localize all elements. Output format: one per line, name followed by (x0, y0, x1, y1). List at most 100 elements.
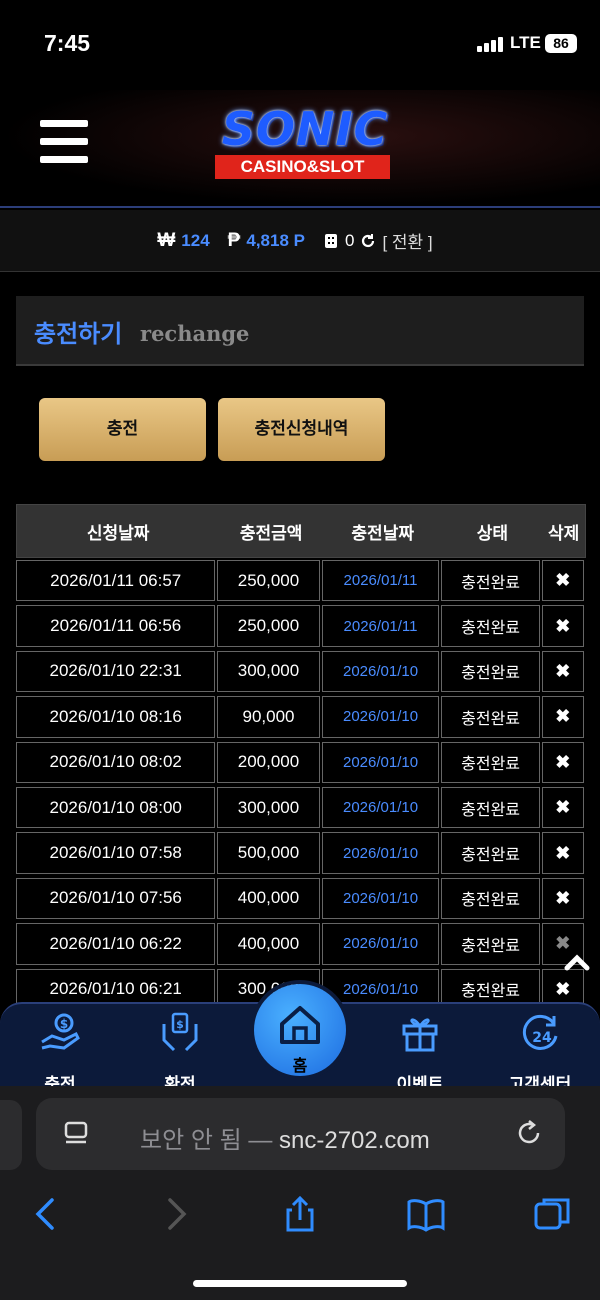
status-cell: 충전완료 (441, 877, 540, 920)
amount-cell: 250,000 (217, 560, 320, 602)
nav-home-button[interactable]: 홈 (254, 984, 346, 1076)
table-row: 2026/01/10 06:22 400,000 2026/01/10 충전완료 ✖ (16, 921, 586, 966)
back-icon[interactable] (26, 1194, 66, 1234)
delete-icon[interactable]: ✖ (541, 741, 584, 783)
svg-text:24: 24 (532, 1030, 552, 1046)
tabs-icon[interactable] (532, 1194, 572, 1234)
request-date-cell: 2026/01/10 22:31 (16, 650, 216, 693)
chip-value: 0 (344, 230, 355, 250)
charge-history-table: 신청날짜 충전금액 충전날짜 상태 삭제 2026/01/11 06:57 250… (16, 504, 586, 1012)
previous-tab[interactable] (0, 1100, 22, 1170)
won-value: 124 (181, 230, 210, 250)
request-date-cell: 2026/01/10 08:02 (16, 741, 216, 783)
reload-icon[interactable] (514, 1118, 544, 1148)
status-cell: 충전완료 (441, 741, 540, 783)
url-insecure-label: 보안 안 됨 — (140, 1127, 279, 1154)
svg-text:$: $ (60, 1017, 68, 1031)
nav-charge[interactable]: $ 충전 (10, 1010, 110, 1095)
point-balance: ₱ 4,818 P (228, 230, 305, 252)
status-cell: 충전완료 (441, 786, 540, 829)
money-hands-icon: $ (162, 1012, 198, 1052)
table-row: 2026/01/11 06:56 250,000 2026/01/11 충전완료 ✖ (16, 603, 586, 648)
balance-bar: ₩ 124 ₱ 4,818 P 0 [ 전환 ] (0, 210, 600, 272)
reader-icon[interactable] (62, 1120, 90, 1148)
point-value: 4,818 P (246, 230, 305, 250)
table-row: 2026/01/10 08:02 200,000 2026/01/10 충전완료 ✖ (16, 740, 586, 785)
amount-cell: 250,000 (217, 605, 320, 647)
url-bar[interactable]: 보안 안 됨 — snc-2702.com (36, 1098, 565, 1170)
logo-main-text: SONIC (221, 102, 389, 156)
amount-cell: 300,000 (217, 786, 320, 829)
amount-cell: 300,000 (217, 650, 320, 693)
table-row: 2026/01/10 07:56 400,000 2026/01/10 충전완료 ✖ (16, 876, 586, 921)
page-title: 충전하기 (34, 320, 123, 348)
delete-icon[interactable]: ✖ (541, 832, 584, 874)
charge-button[interactable]: 충전 (39, 398, 206, 461)
table-body: 2026/01/11 06:57 250,000 2026/01/11 충전완료 ✖ 20… (16, 558, 586, 1012)
request-date-cell: 2026/01/10 07:58 (16, 832, 216, 874)
cash-balance: ₩ 124 (157, 230, 209, 252)
request-date-cell: 2026/01/10 06:22 (16, 923, 216, 965)
header-status: 상태 (476, 523, 508, 544)
logo-sub-text: CASINO&SLOT (215, 155, 390, 179)
table-row: 2026/01/10 08:16 90,000 2026/01/10 충전완료 ✖ (16, 694, 586, 739)
delete-icon[interactable]: ✖ (541, 650, 584, 693)
request-date-cell: 2026/01/10 08:00 (16, 786, 216, 829)
url-domain: snc-2702.com (279, 1127, 430, 1154)
charge-history-button[interactable]: 충전신청내역 (218, 398, 385, 461)
bookmarks-icon[interactable] (406, 1194, 446, 1234)
battery-icon: 86 (545, 34, 577, 53)
amount-cell: 90,000 (217, 696, 320, 738)
delete-icon[interactable]: ✖ (541, 877, 584, 920)
svg-text:$: $ (176, 1018, 184, 1031)
request-date-cell: 2026/01/10 07:56 (16, 877, 216, 920)
amount-cell: 400,000 (217, 923, 320, 965)
status-cell: 충전완료 (441, 923, 540, 965)
home-icon (280, 1006, 320, 1044)
status-time: 7:45 (44, 30, 91, 56)
nav-event[interactable]: 이벤트 (370, 1010, 470, 1095)
request-date-cell: 2026/01/11 06:56 (16, 605, 216, 647)
request-date-cell: 2026/01/10 08:16 (16, 696, 216, 738)
charge-date-cell: 2026/01/10 (321, 741, 440, 783)
chip-icon (324, 233, 337, 248)
site-header: SONIC CASINO&SLOT (0, 90, 600, 208)
page-subtitle: rechange (140, 321, 250, 346)
delete-icon[interactable]: ✖ (541, 560, 584, 602)
delete-icon[interactable]: ✖ (541, 605, 584, 647)
switch-button[interactable]: [ 전환 ] (382, 228, 432, 253)
amount-cell: 400,000 (217, 877, 320, 920)
gift-icon (402, 1018, 438, 1052)
charge-date-cell: 2026/01/10 (321, 877, 440, 920)
coin-hand-icon: $ (41, 1013, 80, 1050)
charge-date-cell: 2026/01/11 (321, 605, 440, 647)
24h-icon: 24 (522, 1014, 558, 1050)
charge-date-cell: 2026/01/10 (321, 650, 440, 693)
chevron-up-icon[interactable] (562, 950, 592, 974)
amount-cell: 200,000 (217, 741, 320, 783)
refresh-icon[interactable] (360, 233, 376, 249)
amount-cell: 500,000 (217, 832, 320, 874)
page-title-box: 충전하기 rechange (16, 296, 584, 366)
signal-icon (477, 36, 507, 52)
table-row: 2026/01/10 22:31 300,000 2026/01/10 충전완료 ✖ (16, 649, 586, 694)
nav-support[interactable]: 24 고객센터 (490, 1010, 590, 1095)
header-charge-date: 충전날짜 (351, 523, 414, 544)
delete-icon[interactable]: ✖ (541, 786, 584, 829)
status-cell: 충전완료 (441, 605, 540, 647)
network-label: LTE (510, 33, 541, 52)
table-row: 2026/01/10 08:00 300,000 2026/01/10 충전완료 ✖ (16, 785, 586, 830)
status-cell: 충전완료 (441, 560, 540, 602)
nav-exchange[interactable]: $ 환전 (130, 1010, 230, 1095)
url-text: 보안 안 됨 — snc-2702.com (140, 1120, 430, 1155)
charge-date-cell: 2026/01/10 (321, 696, 440, 738)
home-indicator (193, 1280, 407, 1287)
forward-icon[interactable] (156, 1194, 196, 1234)
hamburger-icon[interactable] (40, 120, 88, 164)
share-icon[interactable] (280, 1194, 320, 1234)
charge-date-cell: 2026/01/11 (321, 560, 440, 602)
delete-icon[interactable]: ✖ (541, 696, 584, 738)
site-logo[interactable]: SONIC CASINO&SLOT (200, 102, 410, 182)
charge-date-cell: 2026/01/10 (321, 832, 440, 874)
charge-date-cell: 2026/01/10 (321, 786, 440, 829)
